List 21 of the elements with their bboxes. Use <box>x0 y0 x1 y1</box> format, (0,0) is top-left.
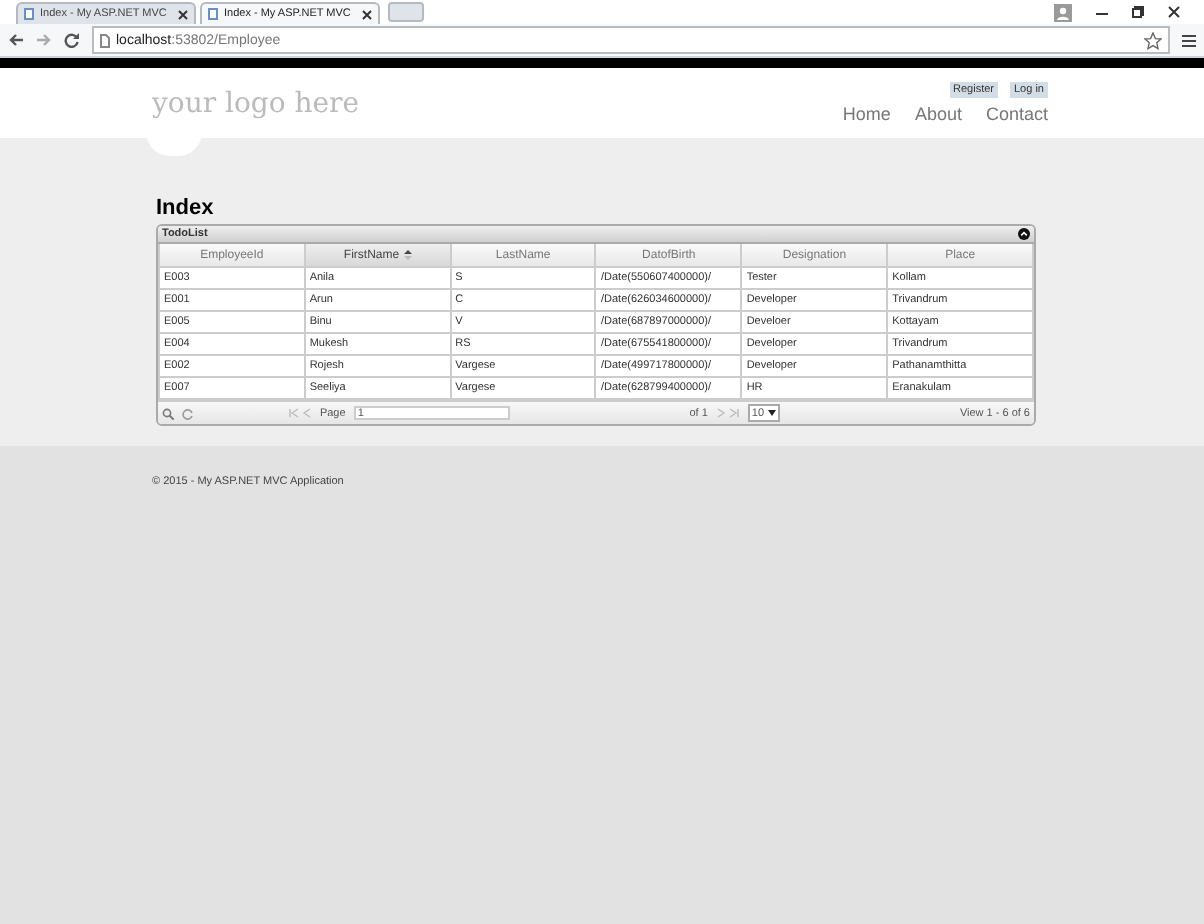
nav-link[interactable]: Home <box>842 104 891 124</box>
star-icon[interactable] <box>1144 31 1162 49</box>
page-icon <box>24 8 34 20</box>
close-icon[interactable] <box>1168 6 1180 18</box>
refresh-icon[interactable] <box>182 407 194 419</box>
profile-icon[interactable] <box>1054 3 1072 21</box>
restore-icon[interactable] <box>1132 6 1144 18</box>
nav-link[interactable]: Contact <box>985 104 1048 124</box>
close-icon[interactable] <box>178 9 188 19</box>
nav-link[interactable]: About <box>914 104 962 124</box>
menu-icon[interactable] <box>1182 33 1196 47</box>
dropdown-caret-icon <box>768 410 777 416</box>
page-icon <box>100 33 110 47</box>
sort-icon <box>403 250 412 260</box>
reload-icon[interactable] <box>64 32 80 48</box>
close-icon[interactable] <box>362 9 372 19</box>
page-title: Index <box>156 196 214 220</box>
back-arrow-icon[interactable] <box>8 32 24 48</box>
page-icon <box>208 8 218 20</box>
search-icon[interactable] <box>162 407 174 419</box>
collapse-icon[interactable] <box>1018 228 1030 240</box>
